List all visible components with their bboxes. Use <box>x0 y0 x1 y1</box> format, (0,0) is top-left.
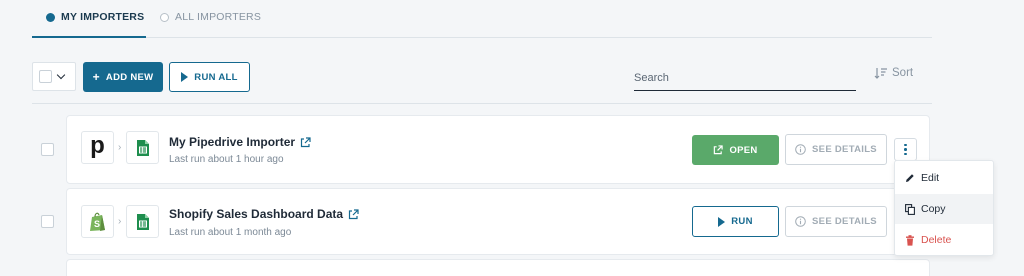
importer-title: My Pipedrive Importer <box>169 135 296 149</box>
pencil-icon <box>906 174 914 182</box>
select-all-checkbox[interactable] <box>39 70 52 83</box>
pipedrive-letter: p <box>90 131 105 159</box>
row-checkbox[interactable] <box>41 143 54 156</box>
trash-icon <box>906 234 914 246</box>
tab-label: MY IMPORTERS <box>61 11 145 23</box>
menu-label: Edit <box>921 172 940 184</box>
run-label: RUN <box>731 216 753 227</box>
chevron-right-icon: › <box>118 216 122 227</box>
menu-label: Delete <box>921 234 952 246</box>
sort-icon <box>874 68 887 79</box>
plus-icon: + <box>92 70 100 84</box>
more-options-button[interactable] <box>894 138 917 161</box>
row-options-menu: Edit Copy Delete <box>894 160 994 256</box>
run-button[interactable]: RUN <box>692 206 779 237</box>
search-input[interactable] <box>634 66 856 91</box>
importers-page: MY IMPORTERS ALL IMPORTERS + ADD NEW RUN… <box>0 0 1024 276</box>
play-icon <box>718 216 726 227</box>
last-run-text: Last run about 1 hour ago <box>169 154 284 165</box>
shopify-logo-icon: S <box>81 205 114 238</box>
open-button[interactable]: OPEN <box>692 135 779 165</box>
row-checkbox[interactable] <box>41 215 54 228</box>
run-all-label: RUN ALL <box>194 71 238 83</box>
google-sheets-icon <box>126 205 159 238</box>
last-run-text: Last run about 1 month ago <box>169 227 292 238</box>
info-icon <box>795 144 806 155</box>
see-details-button[interactable]: SEE DETAILS <box>785 134 887 165</box>
select-all-dropdown[interactable] <box>32 62 76 91</box>
external-link-icon[interactable] <box>300 136 311 148</box>
pipedrive-logo-icon: p <box>81 131 114 164</box>
importer-card-3[interactable] <box>66 259 930 276</box>
chevron-down-icon <box>56 70 66 80</box>
play-icon <box>181 72 189 82</box>
menu-item-edit[interactable]: Edit <box>895 163 993 193</box>
open-label: OPEN <box>729 144 758 156</box>
see-details-label: SEE DETAILS <box>812 216 877 227</box>
run-all-button[interactable]: RUN ALL <box>169 62 250 92</box>
sort-button[interactable]: Sort <box>874 67 913 79</box>
add-new-button[interactable]: + ADD NEW <box>83 62 163 92</box>
see-details-button[interactable]: SEE DETAILS <box>785 206 887 237</box>
tab-label: ALL IMPORTERS <box>175 11 262 23</box>
chevron-right-icon: › <box>118 142 122 153</box>
tab-all-importers[interactable]: ALL IMPORTERS <box>160 11 261 23</box>
importer-name-1[interactable]: My Pipedrive Importer <box>169 135 311 149</box>
add-new-label: ADD NEW <box>105 71 154 83</box>
external-link-icon[interactable] <box>348 208 359 220</box>
info-icon <box>795 216 806 227</box>
radio-empty-icon <box>160 12 169 22</box>
google-sheets-icon <box>126 131 159 164</box>
menu-item-copy[interactable]: Copy <box>895 194 993 224</box>
active-tab-underline <box>32 36 146 38</box>
copy-icon <box>905 203 915 215</box>
svg-text:S: S <box>94 219 100 229</box>
dot <box>904 148 907 151</box>
tab-my-importers[interactable]: MY IMPORTERS <box>46 11 144 23</box>
importer-name-2[interactable]: Shopify Sales Dashboard Data <box>169 207 359 221</box>
importer-title: Shopify Sales Dashboard Data <box>169 207 344 221</box>
see-details-label: SEE DETAILS <box>812 144 877 155</box>
dot <box>904 143 907 147</box>
sort-label: Sort <box>892 67 914 79</box>
menu-label: Copy <box>921 203 946 215</box>
external-link-icon <box>714 145 724 155</box>
toolbar-divider <box>32 103 932 104</box>
dot <box>904 152 907 156</box>
menu-item-delete[interactable]: Delete <box>895 225 993 255</box>
radio-selected-icon <box>46 12 55 22</box>
